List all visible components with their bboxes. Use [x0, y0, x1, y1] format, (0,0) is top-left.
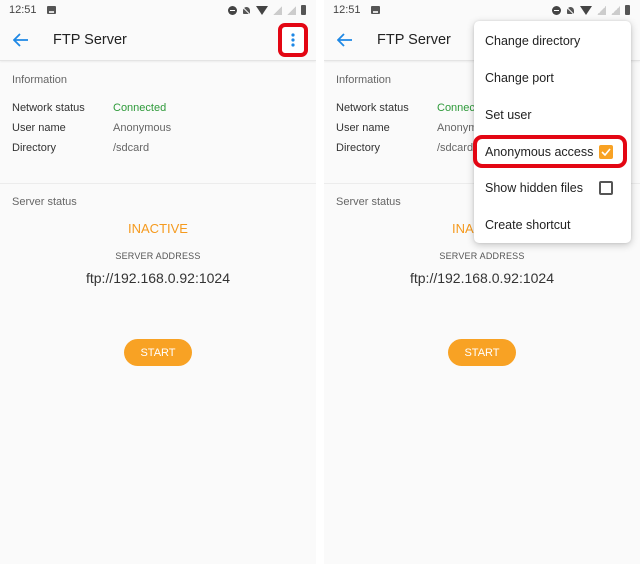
- gallery-notification-icon: [370, 6, 380, 14]
- info-row-directory: Directory /sdcard: [12, 142, 149, 154]
- overflow-menu: Change directory Change port Set user An…: [474, 21, 631, 243]
- server-status-heading: Server status: [12, 196, 77, 208]
- network-status-value: Connected: [113, 102, 167, 114]
- menu-item-change-port[interactable]: Change port: [474, 59, 631, 96]
- menu-item-create-shortcut[interactable]: Create shortcut: [474, 206, 631, 243]
- server-state: INACTIVE: [128, 221, 188, 236]
- do-not-disturb-icon: [228, 5, 237, 15]
- anonymous-access-checkbox[interactable]: [599, 144, 613, 159]
- info-row-network-status: Network status Connected: [336, 102, 490, 114]
- status-bar: 12:51: [0, 0, 316, 20]
- directory-value: /sdcard: [113, 142, 150, 154]
- checkmark-icon: [601, 147, 611, 156]
- no-signal-icon: [287, 5, 296, 15]
- menu-item-label: Change directory: [485, 33, 581, 48]
- status-time: 12:51: [9, 4, 37, 16]
- info-label: Directory: [336, 142, 381, 154]
- arrow-left-icon: [337, 33, 352, 47]
- battery-icon: [625, 5, 630, 15]
- more-vertical-icon: [291, 33, 295, 47]
- screen-main: 12:51 FTP Server Information Network sta…: [0, 0, 316, 564]
- info-label: Network status: [336, 102, 409, 114]
- show-hidden-files-checkbox[interactable]: [599, 180, 613, 195]
- wifi-icon: [580, 5, 592, 15]
- menu-item-change-directory[interactable]: Change directory: [474, 22, 631, 59]
- page-title: FTP Server: [377, 32, 451, 48]
- bell-off-icon: [566, 6, 575, 15]
- bell-off-icon: [242, 6, 251, 15]
- menu-item-label: Anonymous access: [485, 144, 594, 159]
- info-row-user-name: User name Anonymous: [12, 122, 171, 134]
- start-button[interactable]: START: [448, 339, 516, 366]
- overflow-menu-button[interactable]: [278, 23, 308, 57]
- directory-value: /sdcard: [437, 142, 474, 154]
- info-label: Directory: [12, 142, 57, 154]
- no-signal-icon: [611, 5, 620, 15]
- back-button[interactable]: [10, 29, 32, 51]
- menu-item-show-hidden-files[interactable]: Show hidden files: [474, 169, 631, 206]
- server-address-label: SERVER ADDRESS: [439, 251, 525, 261]
- wifi-icon: [256, 5, 268, 15]
- user-name-value: Anonymous: [113, 122, 172, 134]
- section-divider: [0, 183, 316, 184]
- menu-item-label: Show hidden files: [485, 180, 583, 195]
- info-label: Network status: [12, 102, 85, 114]
- info-row-directory: Directory /sdcard: [336, 142, 473, 154]
- do-not-disturb-icon: [552, 5, 561, 15]
- server-status-heading: Server status: [336, 196, 401, 208]
- no-signal-icon: [273, 5, 282, 15]
- info-row-network-status: Network status Connected: [12, 102, 166, 114]
- status-time: 12:51: [333, 4, 361, 16]
- page-title: FTP Server: [53, 32, 127, 48]
- screen-menu-open: 12:51 FTP Server Information Network sta…: [324, 0, 640, 564]
- information-heading: Information: [336, 74, 392, 86]
- menu-item-label: Set user: [485, 107, 532, 122]
- menu-item-set-user[interactable]: Set user: [474, 96, 631, 133]
- back-button[interactable]: [334, 29, 356, 51]
- server-address: ftp://192.168.0.92:1024: [85, 270, 230, 286]
- status-bar: 12:51: [324, 0, 640, 20]
- battery-icon: [301, 5, 306, 15]
- info-label: User name: [336, 122, 390, 134]
- menu-item-label: Create shortcut: [485, 217, 571, 232]
- info-row-user-name: User name Anonymous: [336, 122, 495, 134]
- gallery-notification-icon: [46, 6, 56, 14]
- information-heading: Information: [12, 74, 68, 86]
- info-label: User name: [12, 122, 66, 134]
- arrow-left-icon: [13, 33, 28, 47]
- menu-item-label: Change port: [485, 70, 554, 85]
- server-address: ftp://192.168.0.92:1024: [409, 270, 554, 286]
- menu-item-anonymous-access[interactable]: Anonymous access: [474, 133, 631, 170]
- start-button[interactable]: START: [124, 339, 192, 366]
- no-signal-icon: [597, 5, 606, 15]
- server-address-label: SERVER ADDRESS: [115, 251, 201, 261]
- app-bar: FTP Server: [0, 20, 316, 61]
